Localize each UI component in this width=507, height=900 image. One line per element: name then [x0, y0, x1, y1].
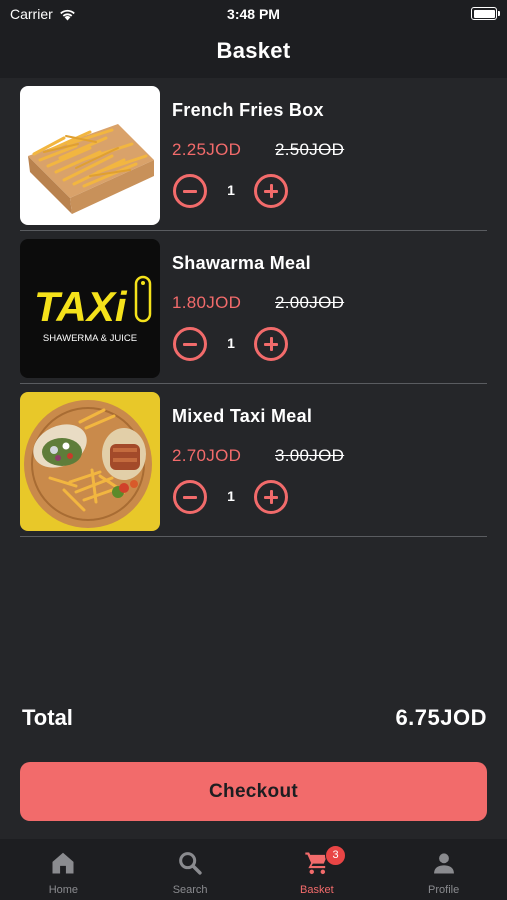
item-old-price: 3.00JOD [275, 446, 345, 465]
french-fries-image [20, 86, 160, 225]
item-name: French Fries Box [172, 100, 324, 120]
battery-icon [471, 7, 500, 20]
decrease-quantity-button[interactable] [173, 174, 207, 208]
tab-bar: Home Search Basket Profile [0, 839, 507, 900]
item-quantity: 1 [227, 335, 235, 351]
item-quantity: 1 [227, 182, 235, 198]
search-icon [179, 852, 202, 875]
status-bar: Carrier 3:48 PM [0, 0, 507, 28]
tab-search[interactable]: Search [127, 839, 254, 900]
tab-label: Profile [428, 884, 460, 896]
mixed-meal-image [20, 392, 160, 531]
page-title: Basket [216, 38, 291, 63]
item-price: 2.25JOD [172, 140, 242, 159]
total-row: Total 6.75JOD [22, 705, 487, 735]
tab-profile[interactable]: Profile [380, 839, 507, 900]
logo-subtext: SHAWERMA & JUICE [43, 333, 137, 344]
taxi-shawarma-logo-image: TAXi SHAWERMA & JUICE [20, 239, 160, 378]
item-name: Mixed Taxi Meal [172, 406, 313, 426]
checkout-button[interactable]: Checkout [20, 762, 487, 821]
basket-item[interactable]: French Fries Box 2.25JOD 2.50JOD 1 [20, 78, 487, 231]
tab-basket[interactable]: Basket [254, 839, 381, 900]
item-price: 1.80JOD [172, 293, 242, 312]
increase-quantity-button[interactable] [254, 327, 288, 361]
total-value: 6.75JOD [395, 705, 487, 730]
tab-label: Basket [300, 884, 334, 896]
item-old-price: 2.00JOD [275, 293, 345, 312]
total-label: Total [22, 705, 73, 730]
item-quantity: 1 [227, 488, 235, 504]
status-time: 3:48 PM [227, 6, 280, 22]
tab-home[interactable]: Home [0, 839, 127, 900]
navigation-bar: Basket [0, 28, 507, 78]
item-name: Shawarma Meal [172, 253, 311, 273]
basket-count-badge: 3 [325, 845, 346, 866]
home-icon [52, 852, 74, 874]
item-price: 2.70JOD [172, 446, 242, 465]
tab-label: Search [172, 884, 208, 896]
logo-text: TAXi [34, 283, 128, 330]
basket-item[interactable]: Mixed Taxi Meal 2.70JOD 3.00JOD 1 [20, 384, 487, 537]
item-old-price: 2.50JOD [275, 140, 345, 159]
increase-quantity-button[interactable] [254, 480, 288, 514]
basket-item[interactable]: TAXi SHAWERMA & JUICE Shawarma Meal 1.80… [20, 231, 487, 384]
decrease-quantity-button[interactable] [173, 480, 207, 514]
decrease-quantity-button[interactable] [173, 327, 207, 361]
tab-label: Home [48, 884, 79, 896]
increase-quantity-button[interactable] [254, 174, 288, 208]
person-icon [433, 853, 454, 874]
basket-list: French Fries Box 2.25JOD 2.50JOD 1 TAXi … [20, 78, 487, 537]
